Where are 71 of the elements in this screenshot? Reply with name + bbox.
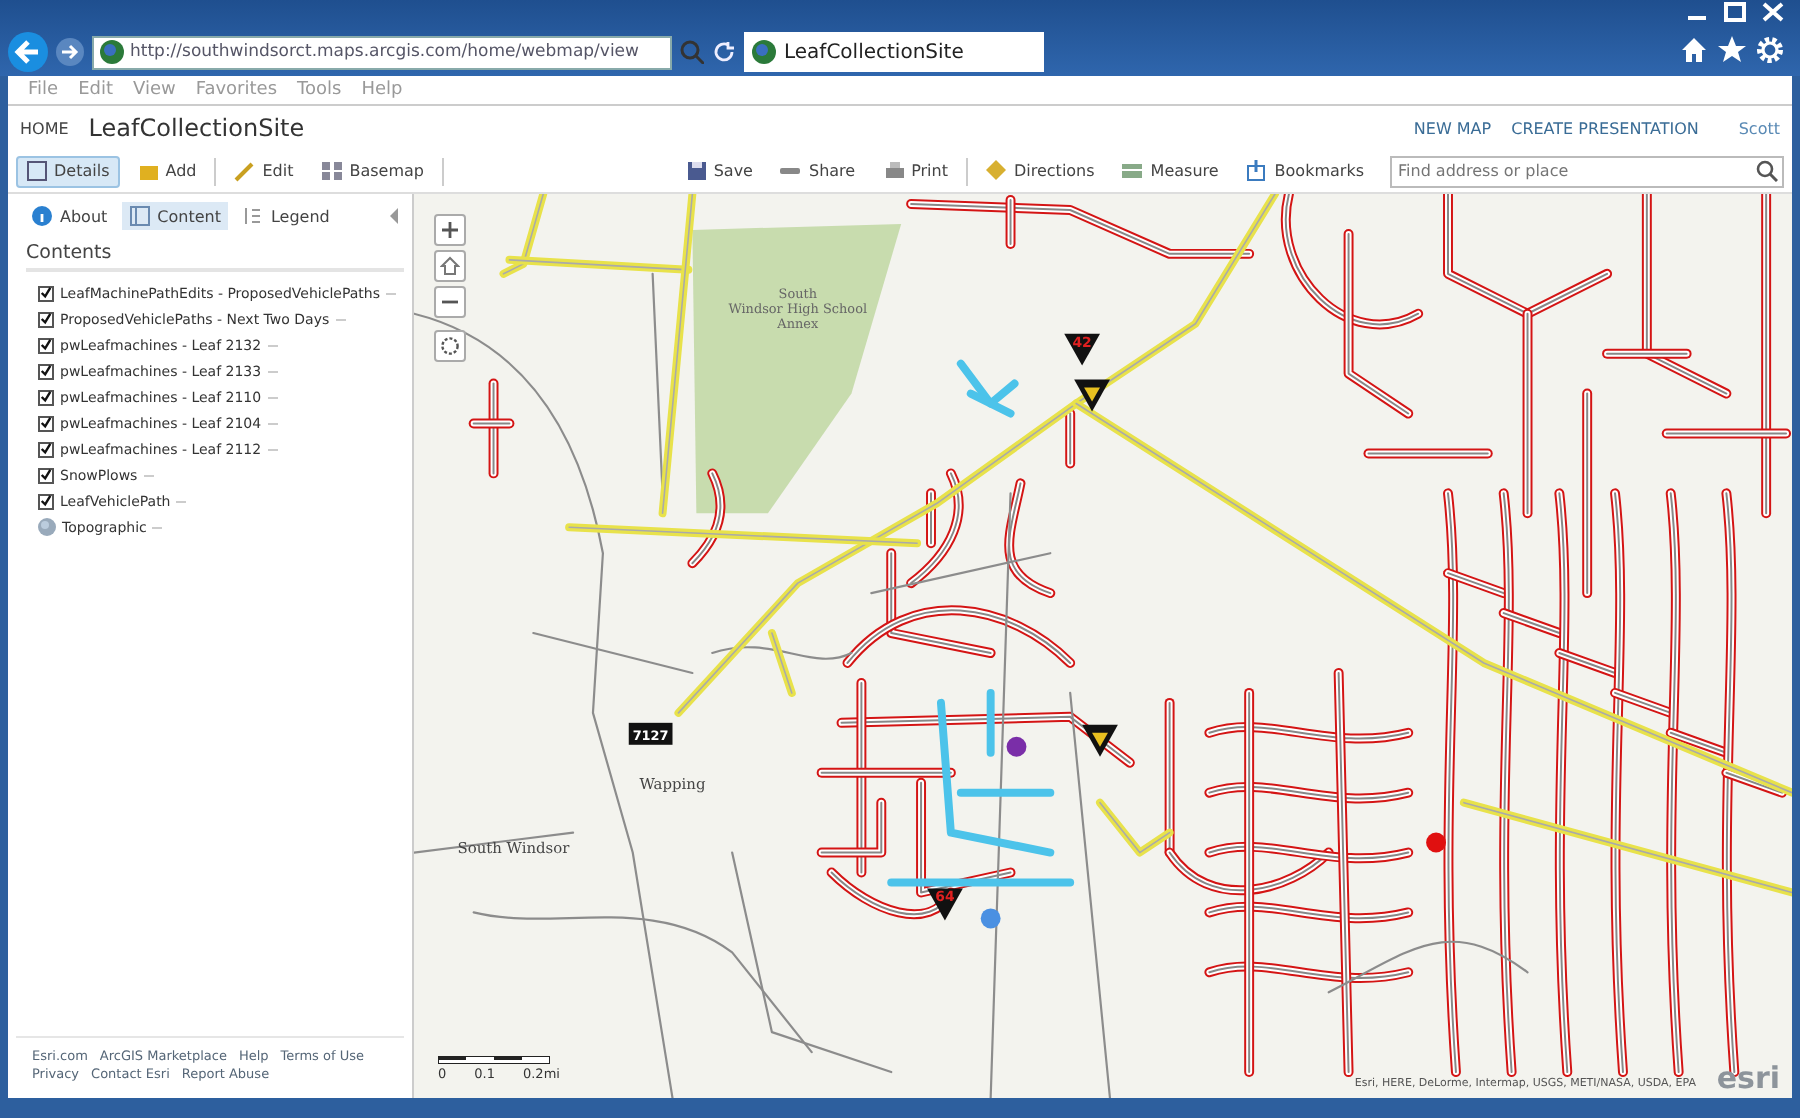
details-icon [26, 160, 48, 182]
location-dot[interactable] [1426, 832, 1446, 853]
plus-icon [440, 220, 460, 240]
print-icon [883, 160, 906, 182]
diamond-icon [985, 160, 1008, 182]
vehicle-marker[interactable] [1082, 724, 1118, 757]
settings-icon[interactable] [1756, 36, 1784, 64]
pencil-icon [234, 160, 257, 182]
globe-icon [752, 40, 776, 64]
maximize-icon[interactable] [1724, 2, 1746, 22]
circle-icon [440, 336, 460, 356]
user-menu[interactable]: Scott [1738, 119, 1780, 137]
layer-checkbox[interactable] [38, 493, 54, 509]
zoom-in-button[interactable] [434, 214, 466, 246]
map-title: LeafCollectionSite [88, 114, 305, 142]
layer-checkbox[interactable] [38, 363, 54, 379]
globe-icon [100, 40, 124, 64]
home-link[interactable]: HOME [20, 119, 69, 137]
toolbar-button[interactable]: Add [127, 155, 207, 187]
toolbar-button[interactable]: Save [675, 155, 763, 187]
tab-title: LeafCollectionSite [784, 41, 964, 63]
toolbar-button[interactable]: Basemap [311, 155, 434, 187]
esri-logo: esri [1716, 1060, 1780, 1096]
locate-button[interactable] [434, 330, 466, 362]
location-dot[interactable] [980, 908, 1001, 929]
collapse-icon[interactable] [388, 208, 400, 224]
ruler-icon [1122, 160, 1145, 182]
bookmark-icon [1246, 160, 1269, 182]
star-icon[interactable] [1718, 36, 1746, 64]
home-icon[interactable] [1680, 36, 1708, 64]
layer-checkbox[interactable] [38, 285, 54, 301]
layer-checkbox[interactable] [38, 311, 54, 327]
layer-checkbox[interactable] [38, 415, 54, 431]
legend-icon [242, 206, 263, 226]
save-icon [685, 160, 708, 182]
toolbar-button[interactable]: Details [16, 155, 120, 187]
toolbar-button[interactable]: Print [873, 155, 958, 187]
zoom-out-button[interactable] [434, 286, 466, 318]
toolbar-button[interactable]: Share [770, 155, 866, 187]
refresh-icon[interactable] [712, 40, 736, 64]
grid-icon [321, 160, 344, 182]
vehicle-marker[interactable] [1074, 379, 1110, 412]
layer-checkbox[interactable] [38, 389, 54, 405]
address-bar[interactable]: http://southwindsorct.maps.arcgis.com/home/webmap/view [92, 35, 672, 69]
layer-checkbox[interactable] [38, 337, 54, 353]
search-icon[interactable] [1756, 160, 1778, 182]
toolbar-button[interactable]: Measure [1112, 155, 1229, 187]
layer-checkbox[interactable] [38, 441, 54, 457]
browser-tab[interactable]: LeafCollectionSite [744, 32, 1044, 72]
forward-button[interactable] [56, 38, 84, 66]
toolbar-button[interactable]: Directions [975, 155, 1105, 187]
info-icon [32, 206, 52, 226]
search-field[interactable]: Find address or place [1390, 155, 1784, 187]
panel-tab[interactable]: About [24, 202, 116, 230]
home-button[interactable] [434, 250, 466, 282]
panel-tab[interactable]: Content [121, 202, 229, 230]
panel-tab[interactable]: Legend [234, 202, 338, 230]
scale-bar [438, 1056, 550, 1064]
list-icon [129, 206, 150, 226]
home-icon [440, 256, 460, 276]
toolbar-button[interactable]: Bookmarks [1236, 155, 1374, 187]
globe-icon [38, 518, 56, 536]
back-button[interactable] [8, 32, 48, 72]
panel-heading: Contents [26, 242, 404, 272]
layer-checkbox[interactable] [38, 467, 54, 483]
url-text: http://southwindsorct.maps.arcgis.com/home/webmap/view [130, 42, 639, 62]
close-icon[interactable] [1762, 2, 1784, 22]
location-dot[interactable] [1006, 736, 1027, 757]
header-link[interactable]: NEW MAP [1413, 119, 1492, 137]
header-link[interactable]: CREATE PRESENTATION [1511, 119, 1699, 137]
toolbar-button[interactable]: Edit [224, 155, 304, 187]
